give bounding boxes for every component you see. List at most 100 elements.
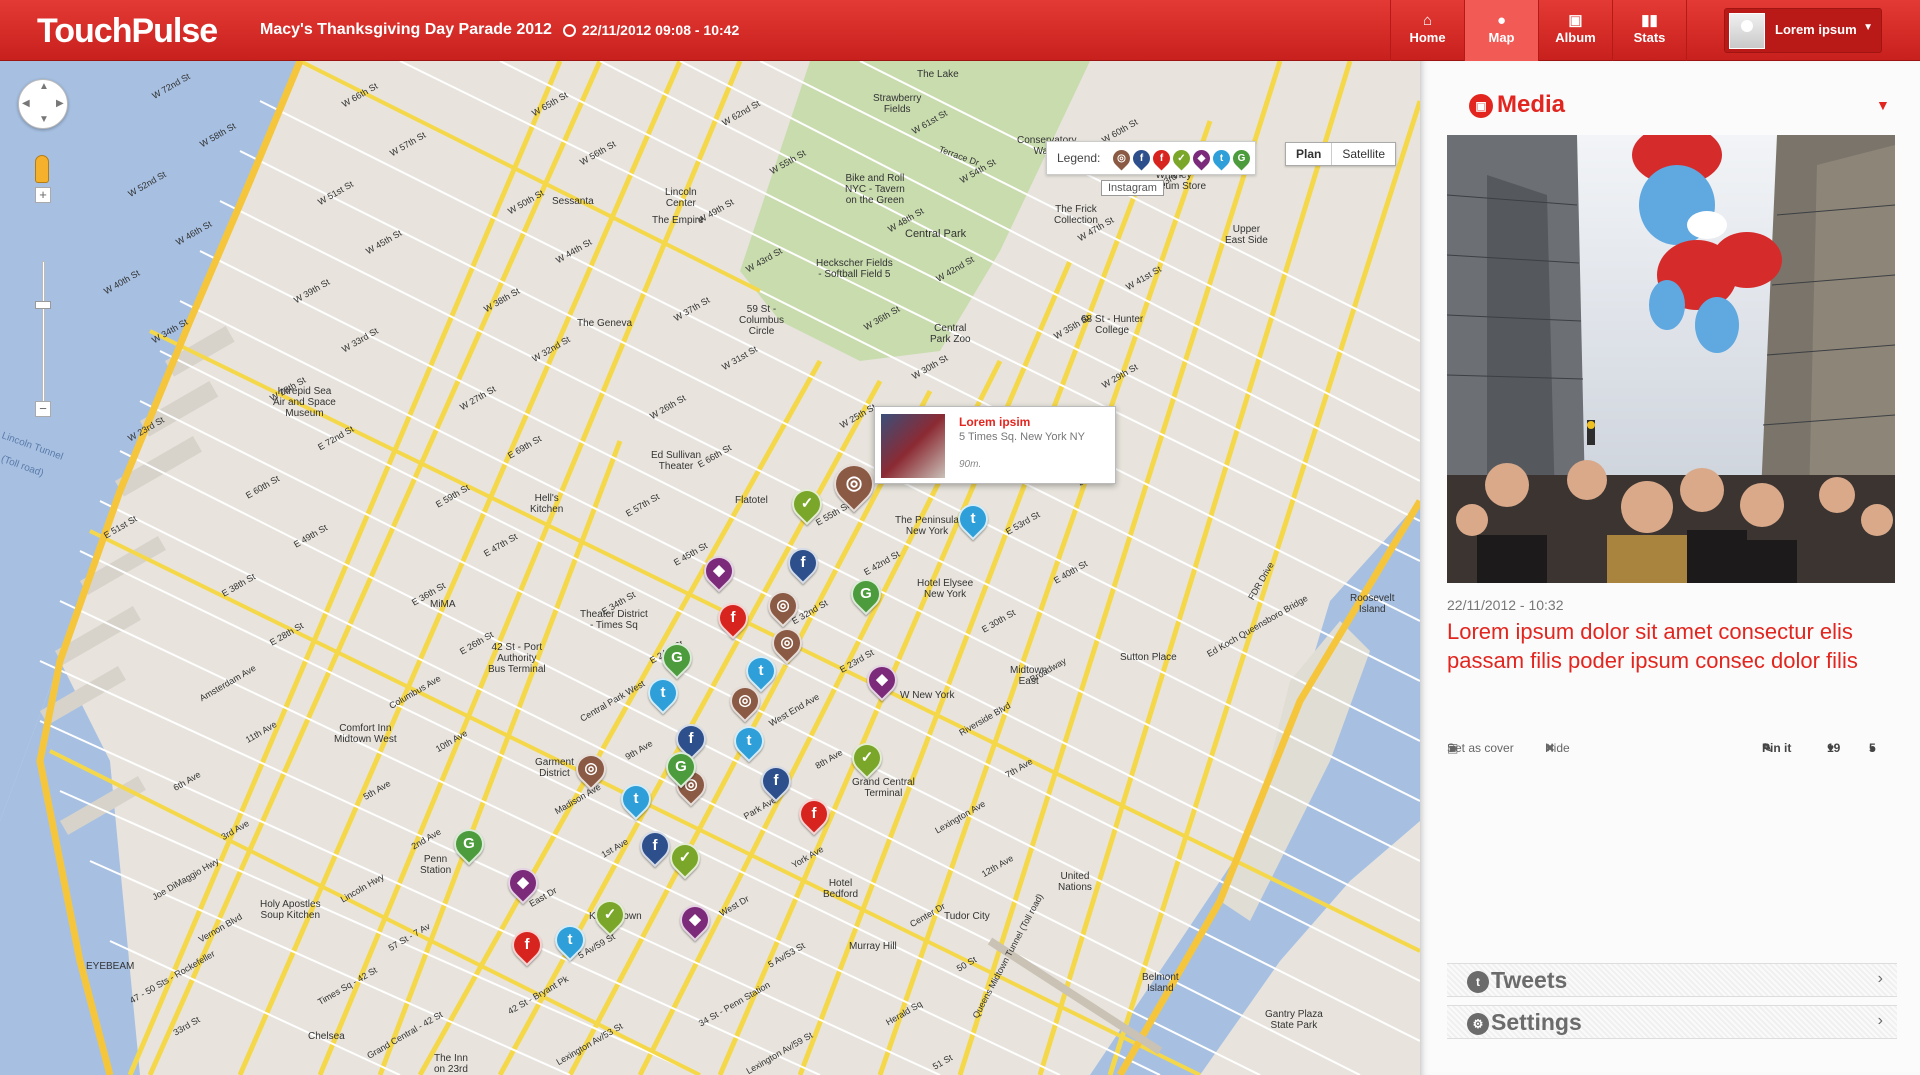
chevron-right-icon: › [1877,970,1883,987]
nav-map[interactable]: ● Map [1464,0,1538,61]
tweets-section-header[interactable]: t Tweets › [1447,963,1897,997]
legend-tumblr-icon[interactable]: ◆ [1189,146,1214,171]
home-icon: ⌂ [1422,12,1433,29]
pan-left-icon[interactable]: ◀ [22,98,30,109]
settings-section-header[interactable]: ⚙ Settings › [1447,1005,1897,1039]
map-type-plan[interactable]: Plan [1286,143,1333,165]
legend-tooltip: Instagram [1101,180,1164,196]
pin-glyph: ✓ [678,849,692,866]
hide-label: Hide [1545,741,1570,755]
zoom-in-button[interactable]: + [35,187,51,203]
chevron-down-icon: ▼ [1863,22,1873,33]
legend-google-icon[interactable]: G [1229,146,1254,171]
label-grand-central: Grand Central Terminal [852,777,915,799]
media-caption: Lorem ipsum dolor sit amet consectur eli… [1447,619,1858,673]
gear-icon: ⚙ [1467,1013,1489,1035]
media-section-header[interactable]: ▣ Media [1469,91,1565,121]
nav-album[interactable]: ▣ Album [1538,0,1612,61]
media-actions: ▣ Set as cover ✖ Hide ✎ Pin it ♥ 19 ● 5 [1447,741,1897,761]
main-nav: ⌂ Home ● Map ▣ Album ▮▮ Stats [1390,0,1687,61]
tweets-title-text: Tweets [1491,967,1568,993]
legend-facebook-icon[interactable]: f [1129,146,1154,171]
legend-twitter-icon[interactable]: t [1209,146,1234,171]
legend-glyph: ◆ [1197,153,1206,164]
pan-up-icon[interactable]: ▲ [39,81,49,92]
label-hells-kitchen: Hell's Kitchen [530,493,564,515]
pin-glyph: f [811,805,817,822]
media-photo[interactable] [1447,135,1895,583]
pin-glyph: t [746,732,752,749]
nav-album-label: Album [1555,30,1596,45]
legend-glyph: f [1139,153,1144,164]
label-w-new-york: W New York [900,690,955,701]
parade-photo-illustration [1447,135,1895,583]
map-pin-icon: ● [1496,12,1507,29]
label-hotel-bedford: Hotel Bedford [823,878,859,900]
pan-down-icon[interactable]: ▼ [39,114,49,125]
nav-stats[interactable]: ▮▮ Stats [1612,0,1686,61]
pin-glyph: ◆ [876,671,888,688]
clock-icon [563,24,576,37]
nav-home[interactable]: ⌂ Home [1390,0,1464,61]
legend-glyph: ◎ [1117,153,1126,164]
label-hunter: 68 St - Hunter College [1081,314,1144,336]
pin-glyph: t [660,684,666,701]
label-un: United Nations [1058,871,1092,893]
chevron-down-icon[interactable]: ▼ [1876,97,1890,113]
pin-glyph: ◎ [780,634,794,651]
map-type-toggle: Plan Satellite [1285,142,1397,166]
label-holy-apostles: Holy Apostles Soup Kitchen [260,899,321,921]
legend-instagram-icon[interactable]: ◎ [1109,146,1134,171]
touchpulse-logo[interactable]: TouchPulse [37,12,218,51]
pin-glyph: f [524,936,530,953]
set-as-cover-label: Set as cover [1447,741,1514,755]
label-roosevelt-island: Roosevelt Island [1350,593,1395,615]
legend-glyph: ✓ [1177,153,1186,164]
pin-glyph: G [860,585,872,602]
pin-glyph: ◆ [689,911,701,928]
settings-title: ⚙ Settings [1467,1009,1582,1036]
pin-glyph: f [652,837,658,854]
nav-divider [1686,0,1687,61]
legend-foursquare-icon[interactable]: ✓ [1169,146,1194,171]
legend-glyph: t [1219,153,1224,164]
user-name: Lorem ipsum [1775,22,1857,37]
label-inn-23rd: The Inn on 23rd [434,1053,468,1075]
label-theater-district: Theater District - Times Sq [580,609,648,631]
pan-control[interactable]: ▲ ▼ ◀ ▶ [18,79,68,129]
legend-flickr-icon[interactable]: f [1149,146,1174,171]
zoom-out-button[interactable]: − [35,401,51,417]
zoom-slider-handle[interactable] [35,301,51,309]
label-frick: The Frick Collection [1054,204,1098,226]
popup-thumbnail[interactable] [881,414,945,478]
pin-glyph: f [730,609,736,626]
label-sutton-place: Sutton Place [1120,652,1177,663]
pin-glyph: ◎ [584,760,598,777]
popup-title[interactable]: Lorem ipsim [959,415,1030,429]
label-the-lake: The Lake [917,69,959,80]
label-peninsula: The Peninsula New York [895,515,959,537]
media-title: Media [1497,91,1566,118]
label-murray-hill: Murray Hill [849,941,897,952]
street-view-pegman-icon[interactable] [35,155,49,183]
twitter-icon: t [1467,971,1489,993]
media-date: 22/11/2012 - 10:32 [1447,597,1564,613]
label-columbus-circle: 59 St - Columbus Circle [739,304,785,337]
legend-glyph: G [1237,153,1246,164]
camera-icon: ▣ [1568,12,1583,29]
map-popup[interactable]: Lorem ipsim 5 Times Sq. New York NY 90m. [874,406,1116,484]
label-chelsea: Chelsea [308,1031,345,1042]
map-view[interactable]: Central Park Hell's Kitchen Garment Dist… [0,61,1420,1075]
user-menu[interactable]: Lorem ipsum ▼ [1724,8,1882,53]
label-tudor-city: Tudor City [944,911,990,922]
pin-glyph: ✓ [860,749,874,766]
pin-glyph: G [463,835,475,852]
pin-glyph: ◎ [776,597,790,614]
like-count: 19 [1827,741,1841,755]
comment-count: 5 [1869,741,1876,755]
map-type-satellite[interactable]: Satellite [1332,143,1395,165]
label-garment-district: Garment District [535,757,574,779]
pan-right-icon[interactable]: ▶ [56,98,64,109]
zoom-slider-track[interactable] [42,261,45,409]
media-sidebar: ▣ Media ▼ 22/11/2012 - 10:32 Lorem ipsum… [1420,61,1920,1075]
